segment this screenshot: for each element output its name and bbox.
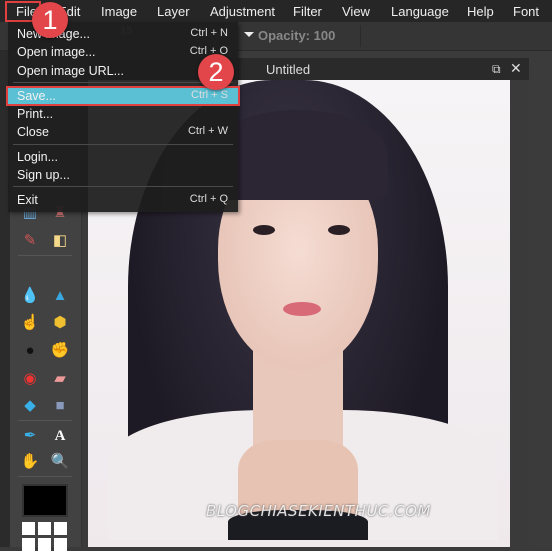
hand-icon[interactable]: ✋ <box>20 452 40 472</box>
menu-item-label: Exit <box>17 193 38 207</box>
menu-item-label: Open image URL... <box>17 64 124 78</box>
sponge-icon[interactable]: ⬢ <box>50 313 70 333</box>
shortcut: Ctrl + W <box>187 125 228 137</box>
burn-icon[interactable]: ● <box>20 341 40 361</box>
photo-eye <box>253 225 275 235</box>
shortcut: Ctrl + N <box>190 27 228 39</box>
menu-separator <box>13 144 233 145</box>
color-replace-icon[interactable]: ✎ <box>20 231 40 251</box>
menu-item-print[interactable]: Print... <box>8 105 238 123</box>
menu-item-label: Save... <box>17 89 56 103</box>
menu-item-exit[interactable]: Exit Ctrl + Q <box>8 191 238 209</box>
menu-item-label: Open image... <box>17 45 96 59</box>
menu-image[interactable]: Image <box>101 0 137 22</box>
photo-eye <box>328 225 350 235</box>
menu-item-save[interactable]: Save... Ctrl + S <box>6 86 240 106</box>
menu-item-label: Login... <box>17 150 59 164</box>
watermark: BLOGCHIASEKIENTHUC.COM <box>206 502 431 520</box>
menu-item-sign-up[interactable]: Sign up... <box>8 166 238 184</box>
vertical-scrollbar[interactable] <box>510 80 529 547</box>
palette-swatch[interactable] <box>38 538 51 551</box>
menu-help[interactable]: Help <box>467 0 494 22</box>
color-picker-icon[interactable]: ✒ <box>20 426 40 446</box>
bloat-icon[interactable]: ◆ <box>20 396 40 416</box>
menu-separator <box>13 82 233 83</box>
primary-color-swatch[interactable] <box>22 484 68 517</box>
palette-swatch[interactable] <box>54 538 67 551</box>
menu-view[interactable]: View <box>342 0 370 22</box>
menu-item-label: Close <box>17 125 49 139</box>
menu-item-login[interactable]: Login... <box>8 148 238 166</box>
close-icon[interactable]: ✕ <box>510 60 522 77</box>
menu-bar: File Edit Image Layer Adjustment Filter … <box>0 0 552 22</box>
divider <box>18 476 72 477</box>
pinch-icon[interactable]: ■ <box>50 396 70 416</box>
palette-swatch[interactable] <box>54 522 67 535</box>
photo-lips <box>283 302 321 316</box>
palette-swatch[interactable] <box>22 538 35 551</box>
divider <box>18 420 72 421</box>
menu-adjustment[interactable]: Adjustment <box>210 0 275 22</box>
sharpen-icon[interactable]: ▲ <box>50 286 70 306</box>
restore-window-icon[interactable]: ⧉ <box>492 62 501 77</box>
shortcut: Ctrl + Q <box>189 193 228 205</box>
dropdown-arrow-icon[interactable] <box>244 32 254 37</box>
menu-filter[interactable]: Filter <box>293 0 322 22</box>
menu-item-label: Print... <box>17 107 54 121</box>
file-menu-dropdown: New image... Ctrl + N Open image... Ctrl +… <box>6 22 240 212</box>
image-title: Untitled <box>266 62 311 77</box>
menu-separator <box>13 186 233 187</box>
palette-swatch[interactable] <box>22 522 35 535</box>
shortcut: Ctrl + S <box>191 89 228 101</box>
spot-heal-bandage-icon[interactable]: ▰ <box>50 369 70 389</box>
blur-drop-icon[interactable]: 💧 <box>20 286 40 306</box>
menu-font[interactable]: Font <box>513 0 539 22</box>
toolbar-divider <box>360 25 361 47</box>
menu-layer[interactable]: Layer <box>157 0 190 22</box>
red-eye-icon[interactable]: ◉ <box>20 369 40 389</box>
step-badge-1: 1 <box>32 2 68 38</box>
step-badge-2: 2 <box>198 54 234 90</box>
text-tool-icon[interactable]: A <box>50 426 70 446</box>
zoom-magnifier-icon[interactable]: 🔍 <box>50 452 70 472</box>
shape-icon[interactable]: ◧ <box>50 231 70 251</box>
menu-item-close[interactable]: Close Ctrl + W <box>8 123 238 141</box>
dodge-icon[interactable]: ✊ <box>50 341 70 361</box>
smudge-finger-icon[interactable]: ☝ <box>20 313 40 333</box>
menu-language[interactable]: Language <box>391 0 449 22</box>
menu-item-label: Sign up... <box>17 168 70 182</box>
palette-swatch[interactable] <box>38 522 51 535</box>
divider <box>18 255 72 256</box>
opacity-field[interactable]: Opacity: 100 <box>258 28 335 43</box>
